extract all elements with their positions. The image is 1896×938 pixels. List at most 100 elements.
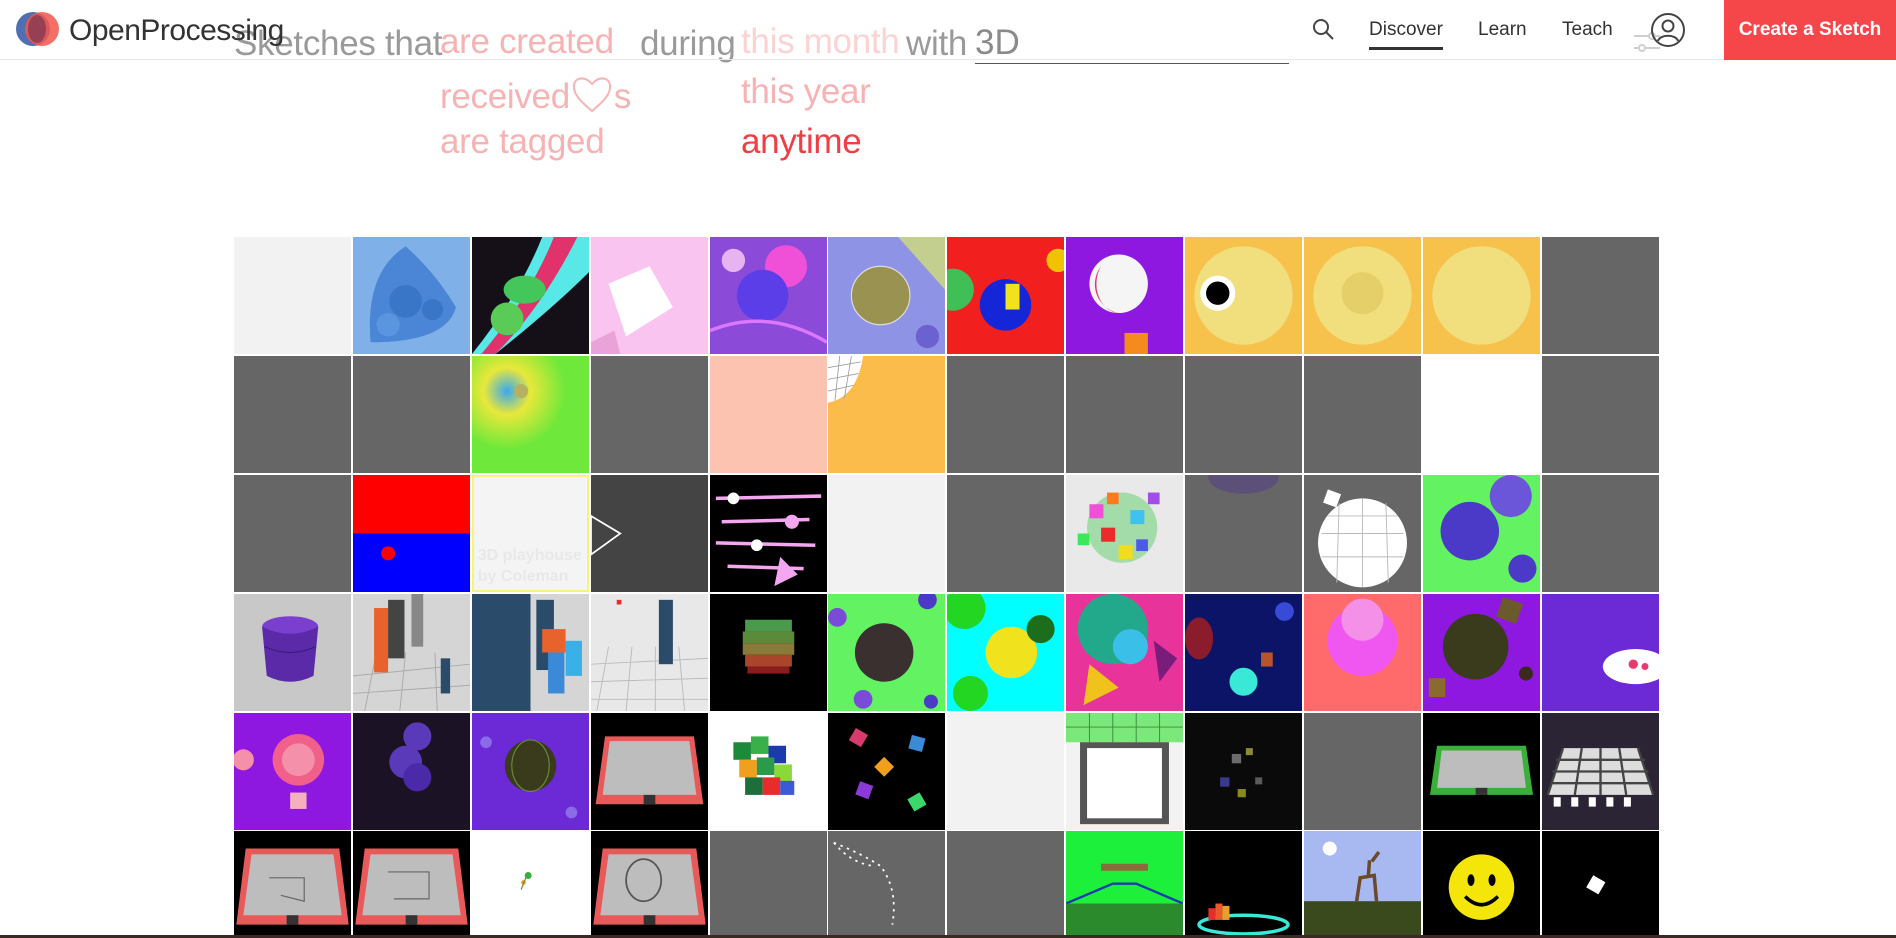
sketch-thumbnail[interactable] bbox=[352, 712, 470, 830]
nav-discover[interactable]: Discover bbox=[1369, 19, 1443, 50]
sketch-thumbnail[interactable] bbox=[590, 712, 708, 830]
create-sketch-button[interactable]: Create a Sketch bbox=[1724, 0, 1896, 60]
sketch-thumbnail[interactable] bbox=[1541, 593, 1659, 711]
sketch-thumbnail[interactable] bbox=[352, 593, 470, 711]
sketch-thumbnail[interactable] bbox=[1185, 831, 1303, 938]
sketch-thumbnail-placeholder[interactable] bbox=[590, 355, 708, 473]
sketch-thumbnail[interactable] bbox=[471, 355, 589, 473]
sketch-thumbnail[interactable] bbox=[1422, 712, 1540, 830]
openprocessing-logo-icon[interactable] bbox=[14, 8, 62, 50]
sketch-thumbnail[interactable] bbox=[1304, 593, 1422, 711]
sketch-thumbnail[interactable] bbox=[709, 355, 827, 473]
sketch-thumbnail[interactable] bbox=[352, 237, 470, 354]
sketch-thumbnail[interactable] bbox=[590, 474, 708, 592]
sketch-thumbnail[interactable] bbox=[590, 831, 708, 938]
sketch-preview bbox=[1422, 593, 1540, 711]
sketch-thumbnail[interactable] bbox=[234, 831, 351, 938]
sketch-preview bbox=[828, 474, 946, 592]
sketch-thumbnail[interactable] bbox=[1304, 474, 1422, 592]
sketch-thumbnail[interactable] bbox=[947, 712, 1065, 830]
sketch-preview bbox=[1422, 831, 1540, 938]
sketch-thumbnail[interactable] bbox=[471, 712, 589, 830]
filter-option-anytime[interactable]: anytime bbox=[741, 124, 862, 159]
sketch-thumbnail-placeholder[interactable] bbox=[1066, 355, 1184, 473]
sketch-thumbnail-placeholder[interactable] bbox=[947, 474, 1065, 592]
sketch-preview bbox=[352, 237, 470, 354]
sketch-thumbnail[interactable] bbox=[1185, 474, 1303, 592]
sketch-thumbnail[interactable] bbox=[1541, 712, 1659, 830]
sketch-thumbnail-placeholder[interactable] bbox=[1541, 355, 1659, 473]
sketch-preview bbox=[352, 474, 470, 592]
sketch-preview bbox=[1541, 712, 1659, 830]
sketch-preview bbox=[471, 831, 589, 938]
sketch-preview bbox=[709, 355, 827, 473]
sketch-thumbnail[interactable] bbox=[234, 712, 351, 830]
sketch-thumbnail-placeholder[interactable] bbox=[1304, 712, 1422, 830]
sketch-thumbnail[interactable] bbox=[709, 712, 827, 830]
sketch-thumbnail[interactable] bbox=[709, 593, 827, 711]
sketch-thumbnail[interactable] bbox=[828, 355, 946, 473]
sketch-thumbnail[interactable] bbox=[828, 712, 946, 830]
sketch-preview bbox=[1304, 474, 1422, 592]
sketch-thumbnail-hovered[interactable]: 3D playhouse by Coleman bbox=[471, 474, 589, 592]
sketch-thumbnail[interactable] bbox=[1066, 474, 1184, 592]
sketch-thumbnail[interactable] bbox=[1185, 712, 1303, 830]
sketch-thumbnail[interactable] bbox=[1541, 831, 1659, 938]
sketch-thumbnail-placeholder[interactable] bbox=[947, 831, 1065, 938]
sketch-thumbnail[interactable] bbox=[234, 237, 351, 354]
search-icon[interactable] bbox=[1311, 17, 1335, 41]
sketch-thumbnail[interactable] bbox=[709, 237, 827, 354]
sketch-thumbnail[interactable] bbox=[1185, 237, 1303, 354]
sketch-grid: 3D playhouse by Coleman bbox=[234, 237, 1659, 938]
nav-learn[interactable]: Learn bbox=[1478, 19, 1527, 41]
sketch-thumbnail[interactable] bbox=[471, 237, 589, 354]
sketch-thumbnail[interactable] bbox=[1066, 712, 1184, 830]
sketch-preview bbox=[1541, 831, 1659, 938]
filter-option-are-tagged[interactable]: are tagged bbox=[440, 124, 605, 159]
filter-option-this-year[interactable]: this year bbox=[741, 74, 871, 109]
sketch-thumbnail-placeholder[interactable] bbox=[1185, 355, 1303, 473]
sketch-thumbnail-placeholder[interactable] bbox=[1541, 474, 1659, 592]
sketch-thumbnail[interactable] bbox=[828, 237, 946, 354]
sketch-thumbnail[interactable] bbox=[234, 593, 351, 711]
sketch-thumbnail[interactable] bbox=[1422, 831, 1540, 938]
sketch-thumbnail[interactable] bbox=[828, 831, 946, 938]
sketch-thumbnail-placeholder[interactable] bbox=[1304, 355, 1422, 473]
sketch-preview bbox=[1304, 831, 1422, 938]
sketch-thumbnail[interactable] bbox=[1304, 237, 1422, 354]
sketch-thumbnail[interactable] bbox=[471, 593, 589, 711]
brand-name[interactable]: OpenProcessing bbox=[69, 14, 284, 48]
sketch-thumbnail[interactable] bbox=[590, 237, 708, 354]
sketch-thumbnail[interactable] bbox=[352, 831, 470, 938]
sketch-thumbnail-placeholder[interactable] bbox=[234, 474, 351, 592]
sketch-thumbnail[interactable] bbox=[1422, 593, 1540, 711]
sketch-thumbnail-placeholder[interactable] bbox=[352, 355, 470, 473]
sketch-preview bbox=[590, 831, 708, 938]
sketch-thumbnail[interactable] bbox=[1066, 237, 1184, 354]
sketch-preview bbox=[828, 831, 946, 938]
sketch-thumbnail-placeholder[interactable] bbox=[234, 355, 351, 473]
sketch-thumbnail[interactable] bbox=[1066, 831, 1184, 938]
filter-option-received-hearts[interactable]: received s bbox=[440, 74, 631, 114]
sketch-thumbnail[interactable] bbox=[1185, 593, 1303, 711]
sketch-thumbnail[interactable] bbox=[590, 593, 708, 711]
sketch-thumbnail[interactable] bbox=[1422, 237, 1540, 354]
sketch-preview bbox=[471, 593, 589, 711]
sketch-thumbnail[interactable] bbox=[1066, 593, 1184, 711]
sketch-thumbnail[interactable] bbox=[709, 474, 827, 592]
sketch-thumbnail[interactable] bbox=[352, 474, 470, 592]
sketch-thumbnail[interactable] bbox=[828, 474, 946, 592]
sketch-thumbnail[interactable] bbox=[1422, 474, 1540, 592]
sketch-thumbnail-placeholder[interactable] bbox=[947, 355, 1065, 473]
sketch-thumbnail[interactable] bbox=[828, 593, 946, 711]
user-icon[interactable] bbox=[1650, 12, 1686, 48]
sketch-preview bbox=[1185, 831, 1303, 938]
sketch-thumbnail[interactable] bbox=[947, 593, 1065, 711]
sketch-thumbnail-placeholder[interactable] bbox=[709, 831, 827, 938]
sketch-thumbnail[interactable] bbox=[1304, 831, 1422, 938]
sketch-thumbnail[interactable] bbox=[1422, 355, 1540, 473]
sketch-thumbnail[interactable] bbox=[471, 831, 589, 938]
sketch-thumbnail-placeholder[interactable] bbox=[1541, 237, 1659, 354]
nav-teach[interactable]: Teach bbox=[1562, 19, 1613, 41]
sketch-thumbnail[interactable] bbox=[947, 237, 1065, 354]
